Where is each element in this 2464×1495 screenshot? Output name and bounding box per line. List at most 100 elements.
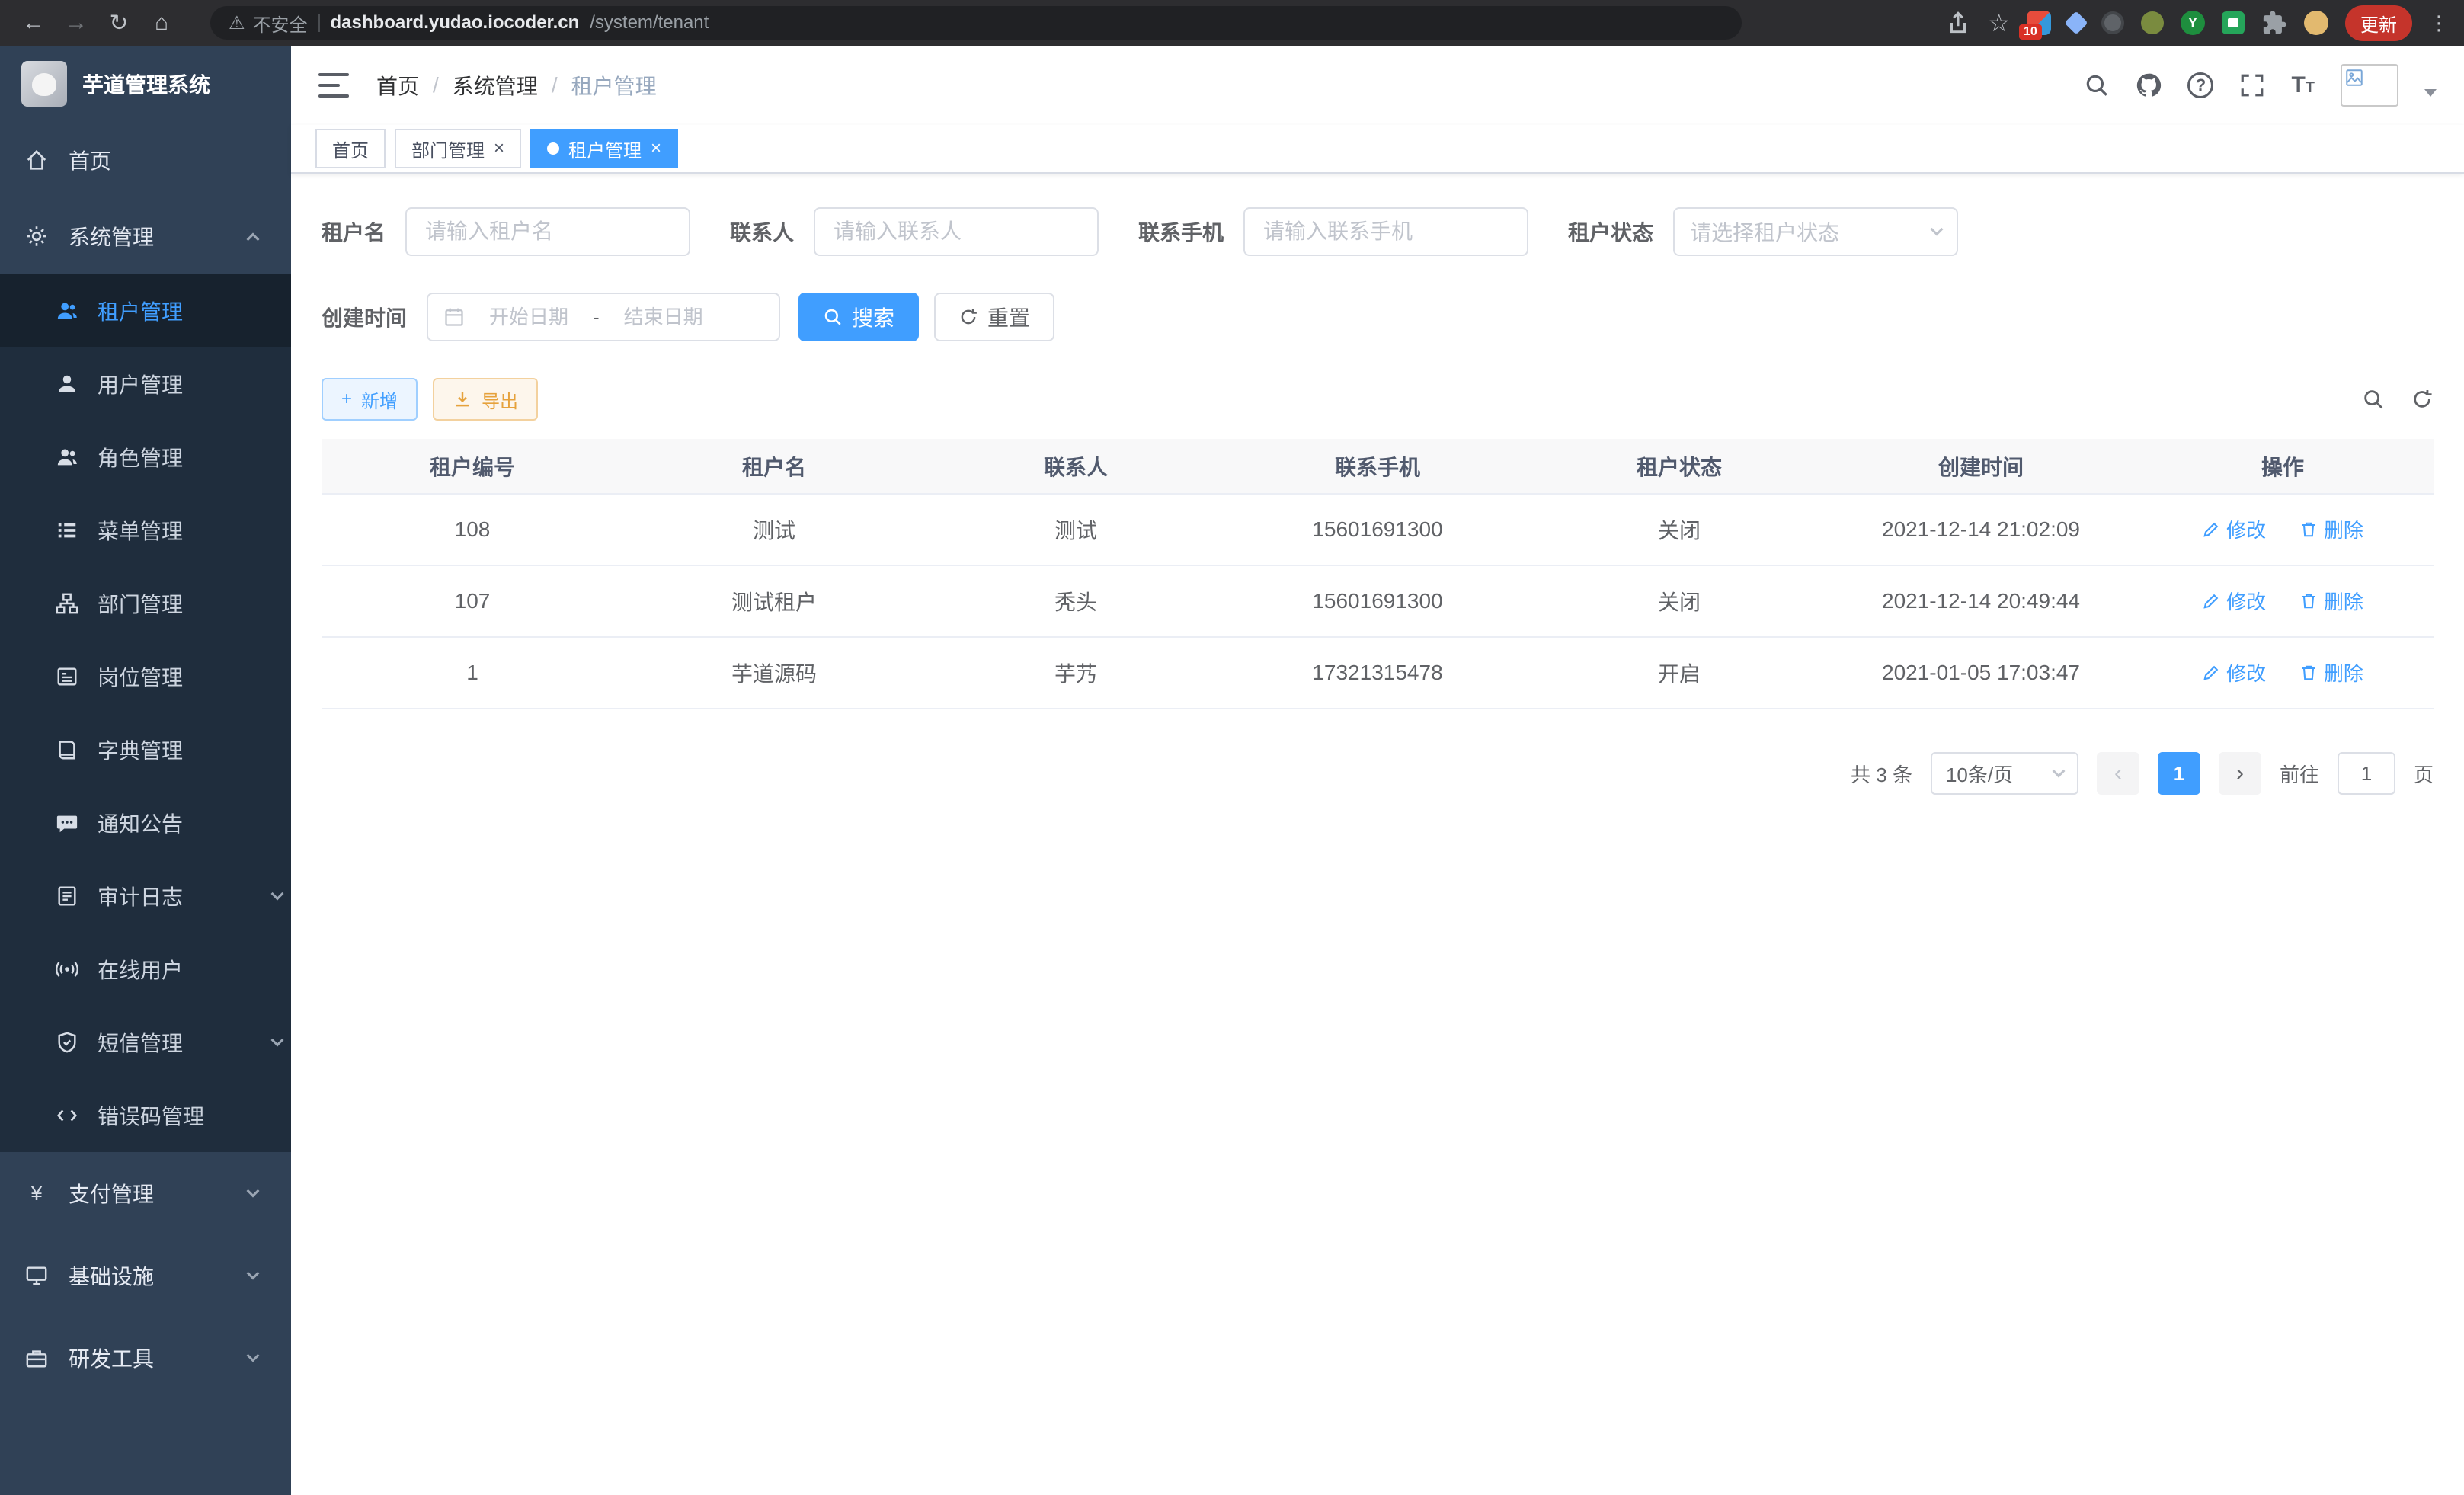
table-refresh-icon[interactable] [2411,388,2434,411]
reset-button[interactable]: 重置 [934,293,1054,341]
cell-status: 关闭 [1528,494,1830,565]
extension-icon-1[interactable]: 10 [2027,11,2051,35]
audit-log-icon [55,884,79,908]
yen-icon: ¥ [24,1181,49,1205]
column-header: 联系手机 [1227,439,1528,494]
goto-page-input[interactable] [2338,752,2395,795]
search-button[interactable]: 搜索 [798,293,919,341]
chevron-down-icon[interactable] [2424,89,2437,97]
sidebar-group-infra[interactable]: 基础设施 [0,1234,291,1317]
close-icon[interactable]: × [494,139,504,158]
browser-home-icon[interactable]: ⌂ [143,5,180,41]
sidebar-item-label: 短信管理 [98,1027,183,1058]
address-bar[interactable]: ⚠不安全 dashboard.yudao.iocoder.cn/system/t… [210,6,1742,40]
browser-update-button[interactable]: 更新 [2345,5,2412,41]
delete-link[interactable]: 删除 [2299,515,2363,543]
topbar: 首页 / 系统管理 / 租户管理 ? [291,46,2464,125]
sidebar-item-online-users[interactable]: 在线用户 [0,933,291,1006]
tenant-table: 租户编号 租户名 联系人 联系手机 租户状态 创建时间 操作 108 测试 [322,439,2434,709]
edit-icon [2202,520,2220,539]
edit-link[interactable]: 修改 [2202,515,2266,543]
status-select[interactable]: 请选择租户状态 [1673,207,1958,256]
sidebar-item-label: 用户管理 [98,369,183,399]
close-icon[interactable]: × [651,139,661,158]
sidebar-item-dict[interactable]: 字典管理 [0,713,291,786]
column-header: 创建时间 [1830,439,2132,494]
table-row: 107 测试租户 秃头 15601691300 关闭 2021-12-14 20… [322,565,2434,637]
tab-dept[interactable]: 部门管理 × [395,129,521,168]
browser-forward-icon[interactable]: → [58,5,94,41]
export-button[interactable]: 导出 [433,378,538,421]
search-icon[interactable] [2084,72,2110,98]
share-icon[interactable] [1945,10,1971,36]
edit-link[interactable]: 修改 [2202,587,2266,615]
breadcrumb-item-system[interactable]: 系统管理 [453,70,538,101]
logo-image [21,61,67,107]
current-page-button[interactable]: 1 [2158,752,2200,795]
edit-link[interactable]: 修改 [2202,658,2266,687]
extension-icon-6[interactable] [2222,11,2245,34]
browser-menu-icon[interactable]: ⋮ [2429,11,2449,35]
sidebar-item-user[interactable]: 用户管理 [0,347,291,421]
bookmark-star-icon[interactable]: ☆ [1988,8,2010,37]
next-page-button[interactable]: › [2219,752,2261,795]
phone-input[interactable] [1243,207,1528,256]
sidebar-group-system[interactable]: 系统管理 [0,198,291,274]
sidebar-item-sms[interactable]: 短信管理 [0,1006,291,1079]
calendar-icon [443,306,465,328]
breadcrumb-item-home[interactable]: 首页 [376,70,419,101]
profile-avatar[interactable] [2304,11,2328,35]
date-end-input[interactable] [606,306,722,329]
sidebar-item-tenant[interactable]: 租户管理 [0,274,291,347]
cell-tenant-id: 1 [322,637,623,709]
sidebar-toggle-icon[interactable] [318,73,349,98]
sidebar-item-notice[interactable]: 通知公告 [0,786,291,860]
sidebar-group-devtools[interactable]: 研发工具 [0,1317,291,1399]
date-start-input[interactable] [471,306,587,329]
pagination-total: 共 3 条 [1851,760,1912,788]
org-tree-icon [55,591,79,616]
tab-tenant[interactable]: 租户管理 × [530,129,678,168]
sidebar-item-post[interactable]: 岗位管理 [0,640,291,713]
delete-link[interactable]: 删除 [2299,587,2363,615]
extension-icon-3[interactable] [2101,11,2124,34]
help-icon[interactable]: ? [2187,72,2213,98]
url-host: dashboard.yudao.iocoder.cn [331,12,580,34]
sidebar-item-dept[interactable]: 部门管理 [0,567,291,640]
extension-icon-5[interactable]: Y [2181,11,2205,35]
tab-bar: 首页 部门管理 × 租户管理 × [291,125,2464,174]
sidebar-item-error-code[interactable]: 错误码管理 [0,1079,291,1152]
logo[interactable]: 芋道管理系统 [0,46,291,122]
sidebar-item-audit-log[interactable]: 审计日志 [0,860,291,933]
goto-unit: 页 [2414,760,2434,788]
delete-link[interactable]: 删除 [2299,658,2363,687]
extension-icon-2[interactable] [2068,14,2085,31]
page-size-select[interactable]: 10条/页 [1931,752,2078,795]
column-header: 操作 [2132,439,2434,494]
sidebar-item-role[interactable]: 角色管理 [0,421,291,494]
table-search-icon[interactable] [2362,388,2385,411]
browser-reload-icon[interactable]: ↻ [101,5,137,41]
font-size-icon[interactable]: TT [2291,72,2315,98]
browser-back-icon[interactable]: ← [15,5,52,41]
chevron-down-icon [247,1185,260,1198]
table-header-row: 租户编号 租户名 联系人 联系手机 租户状态 创建时间 操作 [322,439,2434,494]
extension-icon-4[interactable] [2141,11,2164,34]
sidebar-item-menu[interactable]: 菜单管理 [0,494,291,567]
browser-chrome: ← → ↻ ⌂ ⚠不安全 dashboard.yudao.iocoder.cn/… [0,0,2464,46]
fullscreen-icon[interactable] [2239,72,2265,98]
sidebar-item-label: 通知公告 [98,808,183,838]
prev-page-button[interactable]: ‹ [2097,752,2139,795]
security-warning[interactable]: ⚠不安全 [229,10,308,37]
logo-title: 芋道管理系统 [82,69,210,99]
add-button[interactable]: + 新增 [322,378,418,421]
sidebar-item-home[interactable]: 首页 [0,122,291,198]
tab-home[interactable]: 首页 [315,129,386,168]
avatar[interactable] [2341,64,2398,107]
github-icon[interactable] [2136,72,2162,98]
date-range-picker[interactable]: - [427,293,780,341]
sidebar-group-payment[interactable]: ¥ 支付管理 [0,1152,291,1234]
contact-input[interactable] [814,207,1099,256]
tenant-name-input[interactable] [405,207,690,256]
extensions-puzzle-icon[interactable] [2261,10,2287,36]
